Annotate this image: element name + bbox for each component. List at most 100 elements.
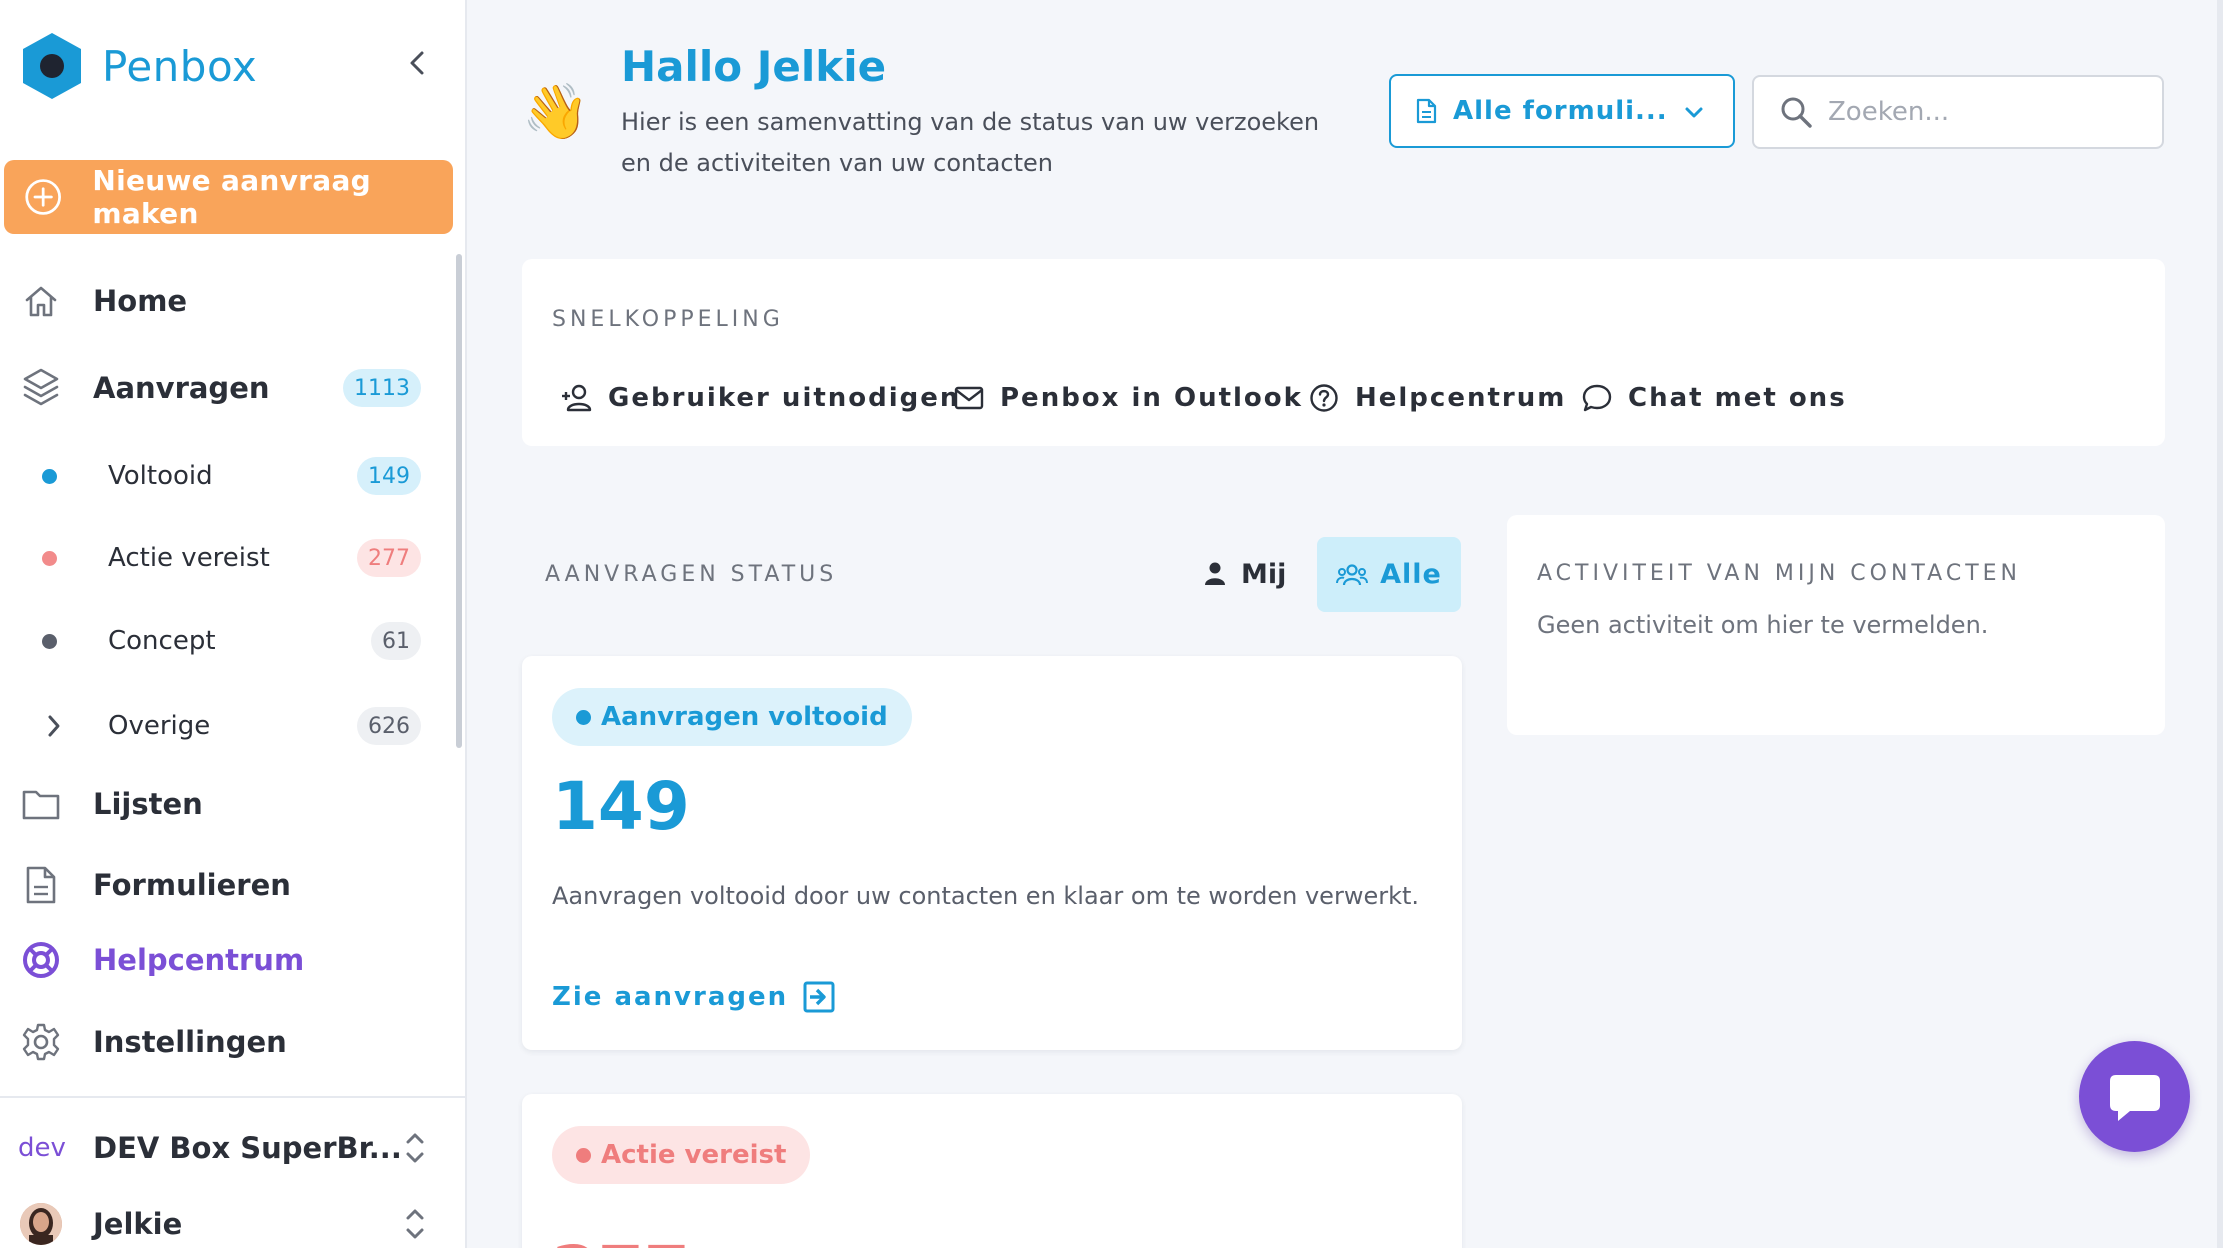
count-badge: 277 — [357, 539, 421, 577]
penbox-logo-icon — [23, 33, 81, 99]
users-icon — [1336, 563, 1369, 585]
workspace-switcher[interactable]: dev DEV Box SuperBr... — [0, 1118, 440, 1178]
mail-icon — [952, 381, 986, 415]
chevron-right-icon[interactable] — [46, 714, 62, 742]
search-box[interactable] — [1752, 75, 2164, 149]
user-name: Jelkie — [93, 1207, 183, 1241]
card-description: Aanvragen voltooid door uw contacten en … — [552, 882, 1420, 910]
forms-filter-value: Alle formuli... — [1453, 96, 1668, 126]
toggle-label: Alle — [1380, 559, 1442, 590]
status-badge: Actie vereist — [552, 1126, 811, 1184]
count-badge: 626 — [357, 707, 421, 745]
workspace-name: DEV Box SuperBr... — [93, 1131, 402, 1165]
completed-requests-card: Aanvragen voltooid 149 Aanvragen voltooi… — [522, 656, 1462, 1050]
completed-count: 149 — [552, 768, 690, 845]
question-circle-icon — [1307, 381, 1341, 415]
status-badge-label: Actie vereist — [601, 1140, 787, 1170]
brand[interactable]: Penbox — [20, 30, 257, 102]
chat-launcher-button[interactable] — [2079, 1041, 2190, 1152]
brand-name: Penbox — [102, 41, 258, 91]
link-label: Zie aanvragen — [552, 982, 789, 1012]
status-heading: AANVRAGEN STATUS — [545, 562, 838, 587]
forms-filter-select[interactable]: Alle formuli... — [1389, 74, 1735, 148]
status-dot — [42, 633, 57, 649]
sidebar-item-lists[interactable]: Lijsten — [0, 774, 440, 834]
action-required-count: 277 — [552, 1232, 690, 1248]
sidebar-item-help[interactable]: Helpcentrum — [0, 930, 440, 990]
status-badge: Aanvragen voltooid — [552, 688, 912, 746]
search-icon — [1781, 97, 1812, 128]
user-icon — [1205, 562, 1225, 585]
shortcut-label: Helpcentrum — [1355, 383, 1567, 413]
sidebar-item-settings[interactable]: Instellingen — [0, 1012, 440, 1072]
action-required-card: Actie vereist 277 — [522, 1094, 1462, 1248]
sidebar-divider — [0, 1096, 465, 1098]
document-icon — [20, 864, 62, 906]
outlook-shortcut[interactable]: Penbox in Outlook — [952, 376, 1303, 420]
window-edge — [2217, 0, 2223, 1248]
sidebar-item-other[interactable]: Overige 626 — [0, 696, 440, 756]
sidebar-item-home[interactable]: Home — [0, 271, 440, 331]
page-title: Hallo Jelkie — [621, 42, 887, 91]
lifebuoy-icon — [20, 939, 62, 981]
sidebar-item-label: Helpcentrum — [93, 943, 305, 977]
help-center-shortcut[interactable]: Helpcentrum — [1307, 376, 1566, 420]
sidebar: Penbox Nieuwe aanvraag maken Home Aanvra… — [0, 0, 467, 1248]
add-user-icon — [560, 381, 594, 415]
sidebar-item-completed[interactable]: Voltooid 149 — [0, 446, 440, 506]
invite-user-shortcut[interactable]: Gebruiker uitnodigen — [560, 376, 960, 420]
sidebar-item-label: Formulieren — [93, 868, 291, 902]
count-badge: 1113 — [343, 369, 421, 407]
sidebar-item-label: Aanvragen — [93, 371, 270, 405]
sidebar-scrollbar[interactable] — [456, 254, 462, 748]
see-requests-link[interactable]: Zie aanvragen — [552, 980, 836, 1014]
filter-all-toggle[interactable]: Alle — [1317, 537, 1461, 612]
shortcut-label: Penbox in Outlook — [1000, 383, 1303, 413]
count-badge: 61 — [371, 622, 421, 660]
arrow-right-box-icon — [803, 981, 835, 1013]
status-dot — [576, 1147, 591, 1163]
workspace-prefix: dev — [18, 1133, 66, 1163]
gear-icon — [20, 1021, 62, 1063]
chat-icon — [2109, 1074, 2160, 1121]
sidebar-item-label: Lijsten — [93, 787, 203, 821]
sidebar-item-label: Home — [93, 284, 188, 318]
chevron-up-down-icon — [406, 1209, 424, 1239]
search-input[interactable] — [1828, 97, 2148, 127]
sidebar-item-label: Instellingen — [93, 1025, 287, 1059]
sidebar-item-requests[interactable]: Aanvragen 1113 — [0, 358, 440, 418]
shortcuts-heading: SNELKOPPELING — [552, 307, 784, 332]
plus-circle-icon — [25, 179, 61, 215]
status-dot — [576, 709, 591, 725]
status-dot — [42, 468, 57, 484]
sidebar-item-label: Voltooid — [108, 461, 213, 491]
chat-shortcut[interactable]: Chat met ons — [1580, 376, 1847, 420]
document-icon — [1416, 98, 1437, 124]
sidebar-item-label: Actie vereist — [108, 543, 270, 573]
toggle-label: Mij — [1241, 558, 1287, 590]
new-request-label: Nieuwe aanvraag maken — [92, 164, 372, 230]
sidebar-item-action-required[interactable]: Actie vereist 277 — [0, 528, 440, 588]
home-icon — [20, 280, 62, 322]
chevron-left-icon — [410, 51, 424, 75]
status-dot — [42, 550, 57, 566]
activity-heading: ACTIVITEIT VAN MIJN CONTACTEN — [1537, 561, 2021, 586]
avatar — [20, 1203, 62, 1245]
page-subtitle: Hier is een samenvatting van de status v… — [621, 108, 1320, 177]
user-switcher[interactable]: Jelkie — [0, 1194, 440, 1248]
chat-bubble-icon — [1580, 381, 1614, 415]
chevron-down-icon — [1685, 107, 1703, 118]
sidebar-item-label: Overige — [108, 711, 211, 741]
count-badge: 149 — [357, 457, 421, 495]
filter-me-toggle[interactable]: Mij — [1203, 545, 1286, 603]
shortcut-label: Chat met ons — [1628, 383, 1847, 413]
new-request-button[interactable]: Nieuwe aanvraag maken — [4, 160, 453, 234]
shortcut-label: Gebruiker uitnodigen — [608, 383, 961, 413]
sidebar-item-forms[interactable]: Formulieren — [0, 855, 440, 915]
sidebar-item-label: Concept — [108, 626, 216, 656]
collapse-sidebar-button[interactable] — [400, 46, 434, 80]
chevron-up-down-icon — [406, 1133, 424, 1163]
layers-icon — [20, 367, 62, 409]
sidebar-item-draft[interactable]: Concept 61 — [0, 611, 440, 671]
status-badge-label: Aanvragen voltooid — [601, 702, 888, 732]
